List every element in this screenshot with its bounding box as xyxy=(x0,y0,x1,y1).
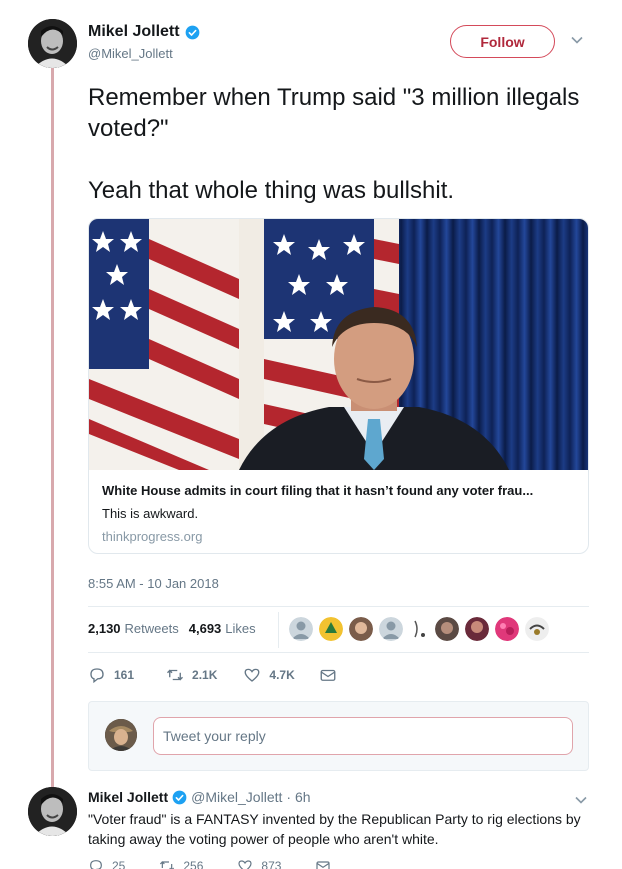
verified-badge-icon xyxy=(185,25,199,39)
link-card[interactable]: White House admits in court filing that … xyxy=(88,218,589,554)
reply-time[interactable]: · 6h xyxy=(286,789,310,805)
reply-count: 161 xyxy=(114,668,135,682)
reply-icon xyxy=(90,860,102,869)
reply-author-name[interactable]: Mikel Jollett xyxy=(88,789,168,805)
retweet-icon xyxy=(167,669,184,681)
tweet-text: Remember when Trump said "3 million ille… xyxy=(88,84,580,204)
direct-message-action[interactable] xyxy=(319,666,337,684)
liker-avatar[interactable] xyxy=(379,617,403,641)
envelope-icon xyxy=(320,669,336,681)
card-image xyxy=(89,219,588,470)
retweet-count: 2.1K xyxy=(192,668,218,682)
retweet-action[interactable]: 2.1K xyxy=(166,666,217,684)
reply-input[interactable] xyxy=(153,717,573,755)
card-domain[interactable]: thinkprogress.org xyxy=(102,529,202,544)
reply-reply-action[interactable]: 25 xyxy=(88,858,125,869)
liker-avatar[interactable] xyxy=(319,617,343,641)
author-avatar[interactable] xyxy=(28,19,77,68)
likes-label: Likes xyxy=(225,621,256,636)
retweets-stat[interactable]: 2,130 Retweets xyxy=(88,621,179,636)
reply-actions: 25 256 873 xyxy=(88,858,365,869)
liker-avatar[interactable] xyxy=(349,617,373,641)
tweet-stats: 2,130 Retweets 4,693 Likes xyxy=(88,621,266,636)
card-title[interactable]: White House admits in court filing that … xyxy=(102,483,577,498)
reply-retweet-count: 256 xyxy=(183,859,204,869)
reply-icon xyxy=(90,668,104,684)
likers-avatars xyxy=(289,617,549,641)
stats-separator xyxy=(278,612,279,648)
divider xyxy=(88,652,589,653)
divider xyxy=(88,606,589,607)
likes-count: 4,693 xyxy=(188,621,222,636)
heart-icon xyxy=(238,860,252,869)
tweet-timestamp[interactable]: 8:55 AM - 10 Jan 2018 xyxy=(88,576,219,591)
chevron-down-icon[interactable] xyxy=(570,33,584,47)
author-handle[interactable]: @Mikel_Jollett xyxy=(88,46,173,61)
like-count: 4.7K xyxy=(269,668,295,682)
reply-header: Mikel Jollett @Mikel_Jollett · 6h xyxy=(88,789,311,805)
liker-avatar[interactable] xyxy=(525,617,549,641)
tweet-actions: 161 2.1K 4.7K xyxy=(88,666,357,684)
liker-avatar[interactable] xyxy=(495,617,519,641)
author-name[interactable]: Mikel Jollett xyxy=(88,23,200,41)
reply-text: "Voter fraud" is a FANTASY invented by t… xyxy=(88,811,581,847)
follow-button[interactable]: Follow xyxy=(450,25,555,58)
reply-author-handle[interactable]: @Mikel_Jollett xyxy=(191,789,282,805)
current-user-avatar xyxy=(105,719,137,751)
reply-dm-action[interactable] xyxy=(315,858,331,869)
envelope-icon xyxy=(316,861,331,869)
reply-reply-count: 25 xyxy=(112,859,126,869)
chevron-down-icon[interactable] xyxy=(574,793,588,807)
reply-like-count: 873 xyxy=(261,859,282,869)
liker-avatar[interactable] xyxy=(409,617,429,641)
liker-avatar[interactable] xyxy=(465,617,489,641)
card-description: This is awkward. xyxy=(102,506,199,521)
like-action[interactable]: 4.7K xyxy=(243,666,295,684)
likes-stat[interactable]: 4,693 Likes xyxy=(189,621,256,636)
heart-icon xyxy=(244,668,260,682)
reply-retweet-action[interactable]: 256 xyxy=(159,858,203,869)
reply-author-avatar[interactable] xyxy=(28,787,77,836)
reply-composer xyxy=(88,701,589,771)
liker-avatar[interactable] xyxy=(435,617,459,641)
reply-like-action[interactable]: 873 xyxy=(237,858,281,869)
retweets-count: 2,130 xyxy=(88,621,121,636)
thread-line xyxy=(51,66,54,788)
liker-avatar[interactable] xyxy=(289,617,313,641)
verified-badge-icon xyxy=(172,790,187,804)
reply-action[interactable]: 161 xyxy=(88,666,134,684)
retweet-icon xyxy=(160,861,175,869)
retweets-label: Retweets xyxy=(124,621,179,636)
author-name-text[interactable]: Mikel Jollett xyxy=(88,23,180,41)
